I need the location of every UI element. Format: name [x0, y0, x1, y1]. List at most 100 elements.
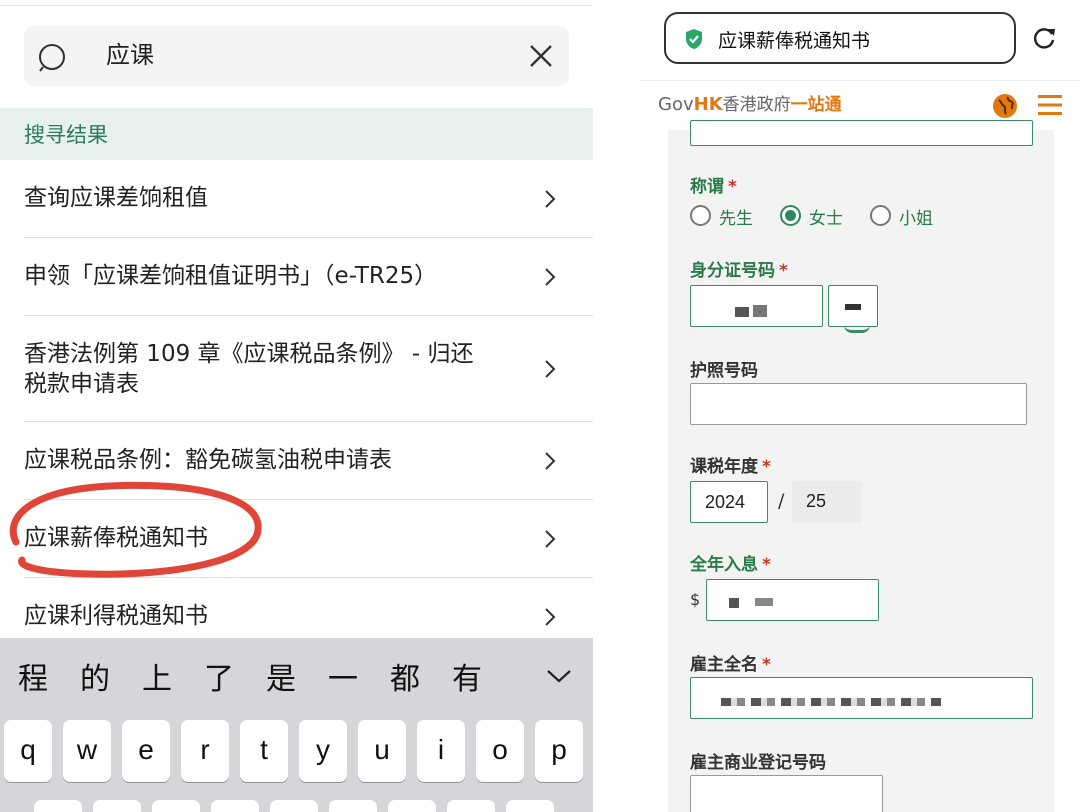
key-row2[interactable] — [388, 800, 436, 812]
previous-field[interactable] — [690, 120, 1033, 146]
search-input[interactable]: 应课 — [106, 38, 154, 72]
chevron-right-icon — [545, 190, 556, 208]
employer-name-input[interactable] — [690, 677, 1033, 719]
radio-label: 女士 — [809, 209, 843, 229]
candidate-word[interactable]: 一 — [328, 654, 358, 698]
radio-label: 小姐 — [899, 209, 933, 229]
key-row2[interactable] — [447, 800, 495, 812]
key-label: u — [374, 734, 390, 765]
radio-dot — [690, 205, 711, 226]
candidate-word[interactable]: 有 — [452, 654, 482, 698]
income-input[interactable] — [706, 579, 879, 621]
key-row2[interactable] — [93, 800, 141, 812]
year-label-text: 课税年度 — [690, 457, 758, 477]
income-label-text: 全年入息 — [690, 555, 758, 575]
key-row2[interactable] — [506, 800, 554, 812]
key-row2[interactable] — [152, 800, 200, 812]
key-label: w — [76, 734, 98, 765]
employer-br-label: 雇主商业登记号码 — [690, 753, 826, 773]
employer-label: 雇主全名 * — [690, 650, 771, 675]
key-i[interactable]: i — [417, 720, 465, 782]
candidate-word[interactable]: 程 — [18, 654, 48, 698]
key-row2[interactable] — [270, 800, 318, 812]
results-header: 搜寻结果 — [0, 108, 593, 160]
year-end-value: 25 — [806, 491, 827, 511]
list-item-label: 应课薪俸税通知书 — [24, 525, 208, 551]
redacted-mark — [845, 304, 861, 310]
key-w[interactable]: w — [63, 720, 111, 782]
id-number-input[interactable] — [690, 285, 823, 327]
list-item-label-line2: 税款申请表 — [24, 371, 139, 397]
list-item-label: 查询应课差饷租值 — [24, 185, 208, 211]
chevron-down-icon[interactable] — [546, 668, 572, 684]
list-item[interactable]: 应课税品条例：豁免碳氢油税申请表 — [0, 422, 593, 500]
address-bar[interactable]: 应课薪俸税通知书 — [664, 12, 1016, 64]
required-mark: * — [762, 457, 771, 477]
chevron-right-icon — [545, 268, 556, 286]
globe-icon[interactable] — [992, 93, 1018, 119]
chevron-right-icon — [545, 452, 556, 470]
redacted-mark — [729, 598, 739, 608]
salaries-tax-form: 称谓 * 先生 女士 小姐 身分证号码 * 护照号码 课税年度 * 2024 / 25 — [668, 120, 1054, 812]
close-icon[interactable] — [527, 42, 555, 70]
key-r[interactable]: r — [181, 720, 229, 782]
key-q[interactable]: q — [4, 720, 52, 782]
required-mark: * — [762, 555, 771, 575]
key-row2[interactable] — [34, 800, 82, 812]
required-mark: * — [779, 261, 788, 281]
key-e[interactable]: e — [122, 720, 170, 782]
list-item-label: 应课税品条例：豁免碳氢油税申请表 — [24, 447, 392, 473]
hamburger-menu-icon[interactable] — [1038, 94, 1062, 116]
key-y[interactable]: y — [299, 720, 347, 782]
key-t[interactable]: t — [240, 720, 288, 782]
redacted-mark — [755, 598, 773, 606]
shield-check-icon — [686, 29, 702, 49]
key-p[interactable]: p — [535, 720, 583, 782]
list-item[interactable]: 香港法例第 109 章《应课税品条例》 - 归还 税款申请表 — [0, 316, 593, 422]
list-item-label: 申领「应课差饷租值证明书」（e-TR25） — [24, 263, 438, 289]
required-mark: * — [728, 177, 737, 197]
key-o[interactable]: o — [476, 720, 524, 782]
focus-indicator — [844, 325, 870, 333]
list-item[interactable]: 申领「应课差饷租值证明书」（e-TR25） — [0, 238, 593, 316]
id-check-digit-input[interactable] — [828, 285, 878, 327]
key-label: q — [20, 734, 36, 765]
key-label: o — [492, 734, 508, 765]
form-area: 称谓 * 先生 女士 小姐 身分证号码 * 护照号码 课税年度 * 2024 / 25 — [668, 120, 1054, 812]
key-label: i — [437, 734, 445, 765]
candidate-word[interactable]: 都 — [390, 654, 420, 698]
passport-input[interactable] — [690, 383, 1027, 425]
logo-cn: 香港政府 — [722, 95, 791, 115]
candidate-word[interactable]: 了 — [204, 654, 234, 698]
logo-gov: Gov — [658, 94, 694, 115]
keyboard: 程 的 上 了 是 一 都 有 q w e r t y u i o p — [0, 638, 593, 812]
results-header-label: 搜寻结果 — [24, 123, 108, 147]
radio-label: 先生 — [719, 209, 753, 229]
key-u[interactable]: u — [358, 720, 406, 782]
employer-br-input[interactable] — [690, 775, 883, 812]
reload-icon[interactable] — [1031, 25, 1057, 51]
key-label: y — [316, 734, 330, 765]
key-label: t — [260, 734, 268, 765]
candidate-word[interactable]: 上 — [142, 654, 172, 698]
list-item-salaries-tax[interactable]: 应课薪俸税通知书 — [0, 500, 593, 578]
title-label-text: 称谓 — [690, 177, 724, 197]
govhk-logo[interactable]: GovHK香港政府一站通 — [658, 93, 842, 117]
currency-symbol: $ — [690, 590, 701, 609]
key-label: r — [200, 734, 210, 765]
id-label-text: 身分证号码 — [690, 261, 775, 281]
year-separator: / — [778, 490, 785, 512]
search-box[interactable]: 应课 — [24, 26, 569, 86]
key-row2[interactable] — [211, 800, 259, 812]
list-item[interactable]: 查询应课差饷租值 — [0, 160, 593, 238]
year-start-input[interactable]: 2024 — [690, 481, 768, 523]
redacted-mark — [753, 305, 767, 317]
chevron-right-icon — [545, 608, 556, 626]
candidate-word[interactable]: 是 — [266, 654, 296, 698]
year-end-field: 25 — [792, 481, 862, 523]
radio-dot — [870, 205, 891, 226]
top-divider — [0, 0, 593, 6]
candidate-word[interactable]: 的 — [80, 654, 110, 698]
key-row2[interactable] — [329, 800, 377, 812]
address-bar-title: 应课薪俸税通知书 — [718, 30, 871, 52]
